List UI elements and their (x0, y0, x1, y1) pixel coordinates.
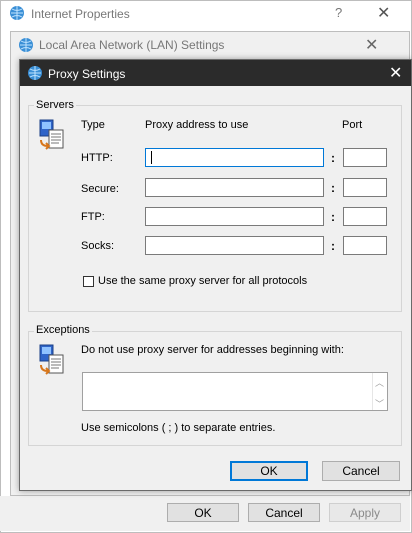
servers-group-label: Servers (34, 99, 76, 111)
help-button[interactable]: ? (335, 5, 342, 20)
type-column-header: Type (81, 119, 105, 131)
socks-address-input[interactable] (145, 236, 324, 255)
exceptions-hint: Use semicolons ( ; ) to separate entries… (81, 422, 276, 434)
exceptions-textarea[interactable] (82, 372, 388, 411)
ip-apply-button[interactable]: Apply (329, 503, 401, 522)
scroll-up-icon[interactable]: ︿ (373, 376, 386, 389)
same-proxy-label[interactable]: Use the same proxy server for all protoc… (98, 275, 307, 287)
internet-properties-title: Internet Properties (31, 7, 130, 21)
exceptions-scrollbar[interactable]: ︿ ﹀ (372, 373, 386, 410)
text-caret (151, 151, 152, 164)
port-column-header: Port (342, 119, 363, 131)
socks-label: Socks: (81, 240, 115, 252)
scroll-down-icon[interactable]: ﹀ (373, 397, 386, 410)
ftp-port-input[interactable] (343, 207, 387, 226)
lan-settings-close-button[interactable]: ✕ (365, 35, 378, 55)
socks-colon: : (331, 239, 335, 253)
ftp-colon: : (331, 210, 335, 224)
http-label: HTTP: (81, 152, 113, 164)
http-port-input[interactable] (343, 148, 387, 167)
ip-ok-button[interactable]: OK (167, 503, 239, 522)
secure-port-input[interactable] (343, 178, 387, 197)
proxy-settings-icon (28, 66, 42, 80)
internet-options-icon (10, 6, 24, 20)
ftp-address-input[interactable] (145, 207, 324, 226)
http-colon: : (331, 151, 335, 165)
http-address-input[interactable] (145, 148, 324, 167)
proxy-settings-close-button[interactable]: ✕ (389, 63, 402, 83)
ip-cancel-button[interactable]: Cancel (248, 503, 320, 522)
proxy-cancel-button[interactable]: Cancel (322, 461, 400, 481)
same-proxy-checkbox[interactable] (83, 276, 94, 287)
address-column-header: Proxy address to use (145, 119, 249, 131)
secure-colon: : (331, 181, 335, 195)
ftp-label: FTP: (81, 211, 105, 223)
server-icon (39, 119, 64, 150)
secure-address-input[interactable] (145, 178, 324, 197)
socks-port-input[interactable] (343, 236, 387, 255)
exceptions-server-icon (39, 344, 64, 375)
lan-settings-icon (19, 38, 33, 52)
lan-settings-title: Local Area Network (LAN) Settings (39, 38, 225, 52)
proxy-settings-title: Proxy Settings (48, 67, 126, 81)
exceptions-instruction: Do not use proxy server for addresses be… (81, 344, 344, 356)
secure-label: Secure: (81, 183, 119, 195)
internet-properties-close-button[interactable]: ✕ (377, 3, 390, 23)
exceptions-group-label: Exceptions (34, 324, 92, 336)
proxy-ok-button[interactable]: OK (230, 461, 308, 481)
